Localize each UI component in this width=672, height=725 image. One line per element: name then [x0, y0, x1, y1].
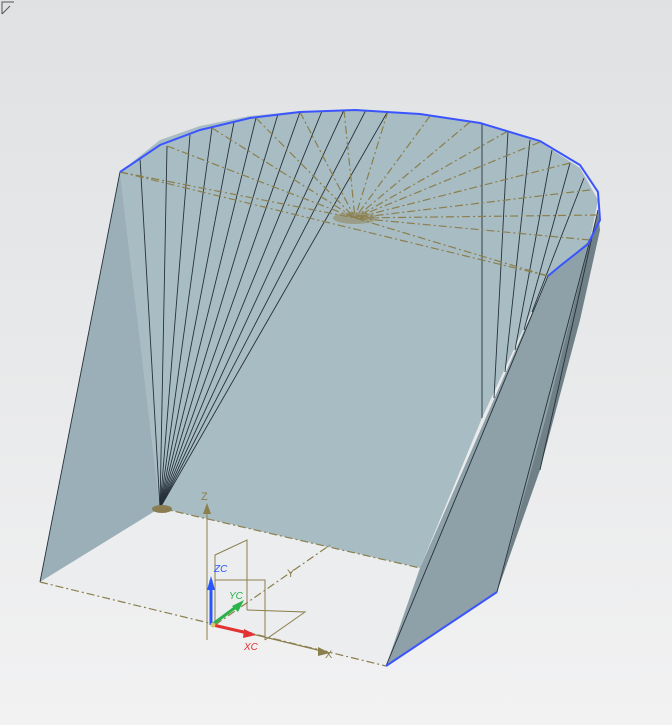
- xc-label: XC: [243, 642, 259, 653]
- graphics-viewport[interactable]: Z Y X ZC YC XC: [0, 0, 672, 725]
- triad-origin: [210, 622, 216, 628]
- top-convergence-point: [333, 212, 377, 224]
- z-axis-label: Z: [201, 491, 208, 503]
- yc-label: YC: [229, 591, 244, 602]
- apex-point: [152, 505, 172, 513]
- x-axis-label: X: [325, 649, 333, 661]
- zc-label: ZC: [213, 564, 228, 575]
- part-model[interactable]: [39, 108, 602, 667]
- y-axis-label: Y: [287, 568, 295, 580]
